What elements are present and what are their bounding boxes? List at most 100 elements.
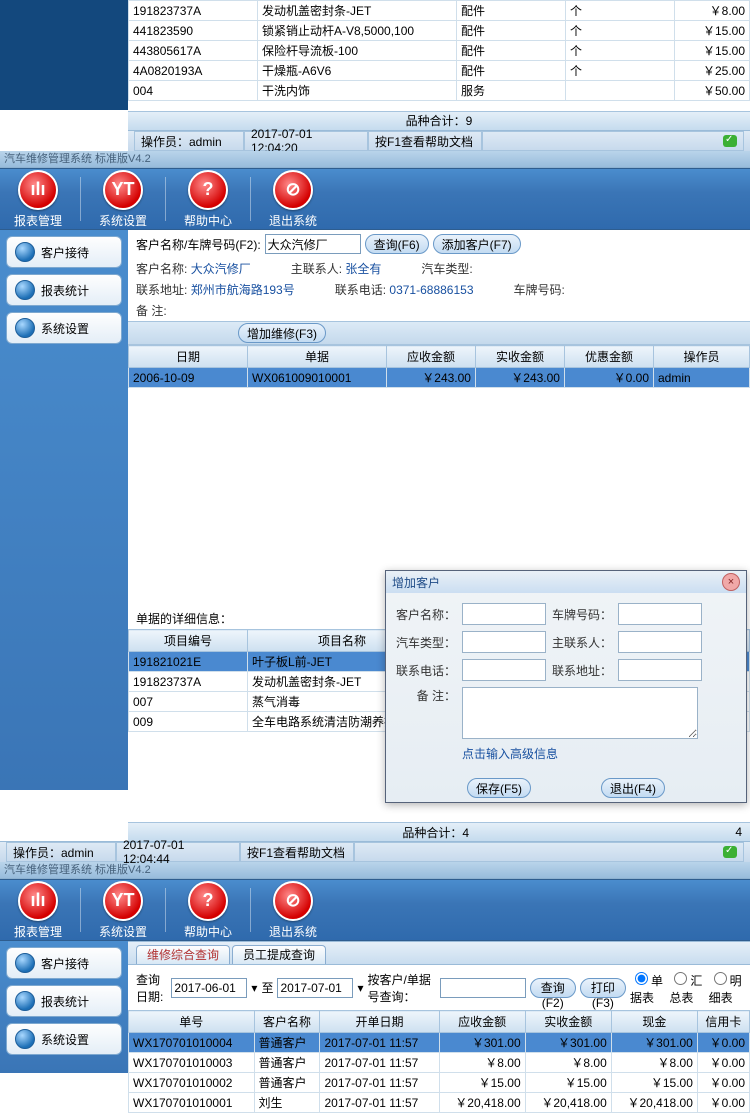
sidebar-reception-button[interactable]: 客户接待 [6, 236, 122, 268]
toolbar-help-button[interactable]: ?帮助中心 [178, 170, 238, 229]
table-row[interactable]: 191823737A发动机盖密封条-JET配件个￥8.00 [129, 1, 750, 21]
contact-label: 主联系人: [291, 262, 342, 276]
add-customer-dialog: 增加客户× 客户名称： 车牌号码： 汽车类型： 主联系人： 联系电话： 联系地址… [385, 570, 747, 803]
dialog-close-button[interactable]: × [722, 573, 740, 591]
table-row[interactable]: 4A0820193A干燥瓶-A6V6配件个￥25.00 [129, 61, 750, 81]
toolbar-settings-button[interactable]: YT系统设置 [93, 881, 153, 940]
dlg-note-label: 备 注： [396, 687, 456, 704]
bar-chart-icon: ılı [18, 881, 58, 921]
sidebar-report-button[interactable]: 报表统计 [6, 274, 122, 306]
report-grid: 单号 客户名称 开单日期 应收金额 实收金额 现金 信用卡 WX17070101… [128, 1010, 750, 1113]
order-row-selected[interactable]: 2006-10-09WX061009010001 ￥243.00￥243.00 … [129, 368, 750, 388]
add-customer-button[interactable]: 添加客户(F7) [433, 234, 521, 254]
tools-icon: YT [103, 881, 143, 921]
cust-name-link[interactable]: 大众汽修厂 [191, 262, 251, 276]
question-icon: ? [188, 881, 228, 921]
parts-total: 品种合计：9 [128, 111, 750, 130]
detail-right-count: 4 [735, 825, 742, 839]
date-from-input[interactable] [171, 978, 247, 998]
dlg-phone-input[interactable] [462, 659, 546, 681]
toolbar-help-button[interactable]: ?帮助中心 [178, 881, 238, 940]
sphere-icon [15, 1029, 35, 1049]
dlg-save-button[interactable]: 保存(F5) [467, 778, 531, 798]
col-cash[interactable]: 现金 [611, 1011, 697, 1033]
table-row[interactable]: WX170701010002普通客户2017-07-01 11:57￥15.00… [129, 1073, 750, 1093]
dlg-addr-input[interactable] [618, 659, 702, 681]
col-date[interactable]: 开单日期 [320, 1011, 439, 1033]
table-row[interactable]: WX170701010003普通客户2017-07-01 11:57￥8.00￥… [129, 1053, 750, 1073]
order-query-input[interactable] [440, 978, 526, 998]
status-help: 按F1查看帮助文档 [240, 842, 354, 862]
col-should[interactable]: 应收金额 [439, 1011, 525, 1033]
bar-chart-icon: ılı [18, 170, 58, 210]
table-row[interactable]: WX170701010004普通客户2017-07-01 11:57￥301.0… [129, 1033, 750, 1053]
col-actual[interactable]: 实收金额 [476, 346, 565, 368]
addr-link[interactable]: 郑州市航海路193号 [191, 283, 295, 297]
col-cust[interactable]: 客户名称 [254, 1011, 320, 1033]
toolbar-report-button[interactable]: ılı报表管理 [8, 881, 68, 940]
calendar-icon[interactable]: ▾ [251, 981, 257, 995]
phone-link[interactable]: 0371-68886153 [389, 283, 473, 297]
status-ok-icon [723, 846, 737, 858]
col-order[interactable]: 单号 [129, 1011, 255, 1033]
status-operator: 操作员：admin [134, 131, 244, 151]
status-bar-1: 操作员：admin 2017-07-01 12:04:20 按F1查看帮助文档 [128, 130, 750, 151]
col-should[interactable]: 应收金额 [387, 346, 476, 368]
table-row[interactable]: 441823590锁紧销止动杆A-V8,5000,100配件个￥15.00 [129, 21, 750, 41]
app-title-bar: 汽车维修管理系统 标准版V4.2 [0, 151, 750, 168]
dlg-name-input[interactable] [462, 603, 546, 625]
query-print-button[interactable]: 打印(F3) [580, 978, 626, 998]
table-row[interactable]: 443805617A保险杆导流板-100配件个￥15.00 [129, 41, 750, 61]
date-to-input[interactable] [277, 978, 353, 998]
col-operator[interactable]: 操作员 [654, 346, 750, 368]
orders-grid: 日期 单据 应收金额 实收金额 优惠金额 操作员 2006-10-09WX061… [128, 345, 750, 388]
add-repair-button[interactable]: 增加维修(F3) [238, 323, 326, 343]
app-title-bar-2: 汽车维修管理系统 标准版V4.2 [0, 862, 750, 879]
dlg-name-label: 客户名称： [396, 606, 456, 623]
dlg-advanced-link[interactable]: 点击输入高级信息 [462, 747, 558, 761]
sphere-icon [15, 242, 35, 262]
dlg-contact-label: 主联系人： [552, 634, 612, 651]
col-date[interactable]: 日期 [129, 346, 248, 368]
sidebar-settings-button[interactable]: 系统设置 [6, 312, 122, 344]
customer-search-input[interactable] [265, 234, 361, 254]
col-actual[interactable]: 实收金额 [525, 1011, 611, 1033]
no-entry-icon: ⊘ [273, 881, 313, 921]
main-toolbar-2: ılı报表管理 YT系统设置 ?帮助中心 ⊘退出系统 [0, 879, 750, 941]
query-search-button[interactable]: 查询(F2) [530, 978, 576, 998]
dlg-cartype-input[interactable] [462, 631, 546, 653]
tools-icon: YT [103, 170, 143, 210]
col-card[interactable]: 信用卡 [697, 1011, 749, 1033]
plate-label: 车牌号码: [514, 281, 565, 298]
sphere-icon [15, 318, 35, 338]
toolbar-settings-button[interactable]: YT系统设置 [93, 170, 153, 229]
toolbar-exit-button[interactable]: ⊘退出系统 [263, 170, 323, 229]
app-logo [0, 0, 128, 110]
tab-commission-query[interactable]: 员工提成查询 [232, 945, 326, 964]
query-label: 客户名称/车牌号码(F2): [136, 236, 261, 253]
tab-repair-query[interactable]: 维修综合查询 [136, 945, 230, 964]
dlg-exit-button[interactable]: 退出(F4) [601, 778, 665, 798]
cartype-label: 汽车类型: [421, 260, 472, 277]
col-item-code[interactable]: 项目编号 [129, 630, 248, 652]
sidebar-settings-button[interactable]: 系统设置 [6, 1023, 122, 1055]
toolbar-exit-button[interactable]: ⊘退出系统 [263, 881, 323, 940]
sidebar-reception-button[interactable]: 客户接待 [6, 947, 122, 979]
search-button[interactable]: 查询(F6) [365, 234, 429, 254]
status-bar-2: 操作员：admin 2017-07-01 12:04:44 按F1查看帮助文档 [0, 841, 750, 862]
calendar-icon[interactable]: ▾ [357, 981, 363, 995]
toolbar-report-button[interactable]: ılı报表管理 [8, 170, 68, 229]
radio-sum[interactable]: 汇总表 [669, 969, 702, 1006]
cust-name-label: 客户名称: [136, 262, 187, 276]
dlg-note-textarea[interactable] [462, 687, 698, 739]
sidebar-report-button[interactable]: 报表统计 [6, 985, 122, 1017]
dlg-contact-input[interactable] [618, 631, 702, 653]
dlg-plate-input[interactable] [618, 603, 702, 625]
table-row[interactable]: WX170701010001刘生2017-07-01 11:57￥20,418.… [129, 1093, 750, 1113]
radio-single[interactable]: 单据表 [630, 969, 663, 1006]
contact-link[interactable]: 张全有 [345, 262, 381, 276]
radio-detail[interactable]: 明细表 [709, 969, 742, 1006]
col-order[interactable]: 单据 [248, 346, 387, 368]
col-discount[interactable]: 优惠金额 [565, 346, 654, 368]
table-row[interactable]: 004干洗内饰服务￥50.00 [129, 81, 750, 101]
